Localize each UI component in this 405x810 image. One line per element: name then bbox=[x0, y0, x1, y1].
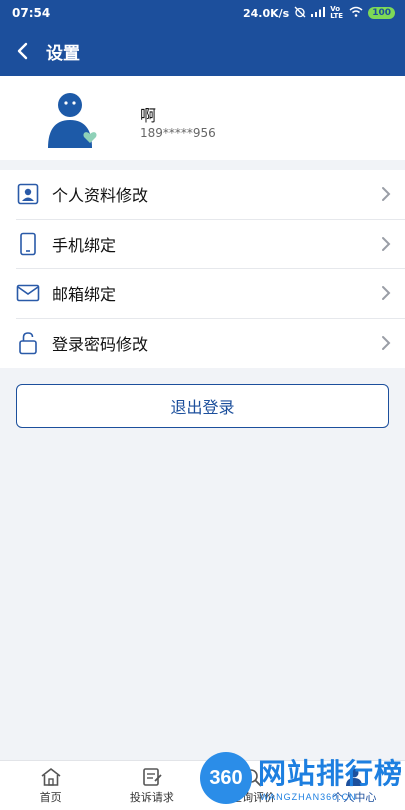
alarm-off-icon bbox=[294, 6, 306, 21]
profile-phone: 189*****956 bbox=[140, 126, 216, 140]
profile-card: 啊 189*****956 bbox=[0, 76, 405, 160]
avatar bbox=[46, 90, 102, 148]
menu-item-label: 个人资料修改 bbox=[52, 186, 149, 206]
wifi-icon bbox=[349, 6, 363, 20]
tab-label: 投诉请求 bbox=[129, 790, 174, 804]
menu-item-label: 登录密码修改 bbox=[52, 335, 149, 355]
status-bar: 07:54 24.0K/s Vo LTE 100 bbox=[0, 0, 405, 26]
app-header: 设置 bbox=[0, 26, 405, 76]
menu-item-label: 手机绑定 bbox=[52, 235, 117, 255]
volte-label: Vo LTE bbox=[330, 5, 344, 20]
mail-icon bbox=[16, 281, 40, 305]
menu-item-password-change[interactable]: 登录密码修改 bbox=[16, 319, 405, 369]
back-button[interactable] bbox=[2, 26, 42, 76]
battery-indicator: 100 bbox=[368, 7, 395, 19]
menu-item-profile-edit[interactable]: 个人资料修改 bbox=[16, 170, 405, 220]
tab-label: 个人中心 bbox=[332, 790, 377, 804]
tab-complaint[interactable]: 投诉请求 bbox=[101, 761, 202, 810]
profile-card-icon bbox=[16, 182, 40, 206]
chevron-right-icon bbox=[382, 236, 391, 251]
status-time: 07:54 bbox=[12, 6, 51, 20]
menu-item-label: 邮箱绑定 bbox=[52, 285, 117, 305]
phone-icon bbox=[16, 232, 40, 256]
bottom-tab-bar: 首页 投诉请求 查询评价 个人中心 bbox=[0, 760, 405, 810]
status-indicators: 24.0K/s Vo LTE 100 bbox=[243, 6, 395, 21]
chevron-left-icon bbox=[17, 42, 28, 60]
home-icon bbox=[41, 767, 61, 786]
network-speed: 24.0K/s bbox=[242, 6, 290, 20]
tab-label: 首页 bbox=[39, 790, 62, 804]
profile-name: 啊 bbox=[140, 106, 157, 125]
tab-home[interactable]: 首页 bbox=[0, 761, 101, 810]
chevron-right-icon bbox=[382, 187, 391, 202]
logout-button[interactable]: 退出登录 bbox=[16, 384, 389, 428]
page-title: 设置 bbox=[46, 43, 80, 64]
lock-icon bbox=[16, 331, 40, 355]
menu-item-email-binding[interactable]: 邮箱绑定 bbox=[16, 269, 405, 319]
tab-query[interactable]: 查询评价 bbox=[203, 761, 304, 810]
signal-icon bbox=[311, 6, 326, 20]
complaint-icon bbox=[143, 767, 162, 786]
chevron-right-icon bbox=[382, 286, 391, 301]
tab-personal-center[interactable]: 个人中心 bbox=[304, 761, 405, 810]
chevron-right-icon bbox=[382, 336, 391, 351]
menu-item-phone-binding[interactable]: 手机绑定 bbox=[16, 220, 405, 269]
tab-label: 查询评价 bbox=[231, 790, 276, 804]
settings-menu: 个人资料修改 手机绑定 邮箱绑定 登录密码修改 bbox=[0, 170, 405, 368]
user-icon bbox=[346, 768, 363, 786]
query-icon bbox=[244, 768, 262, 787]
